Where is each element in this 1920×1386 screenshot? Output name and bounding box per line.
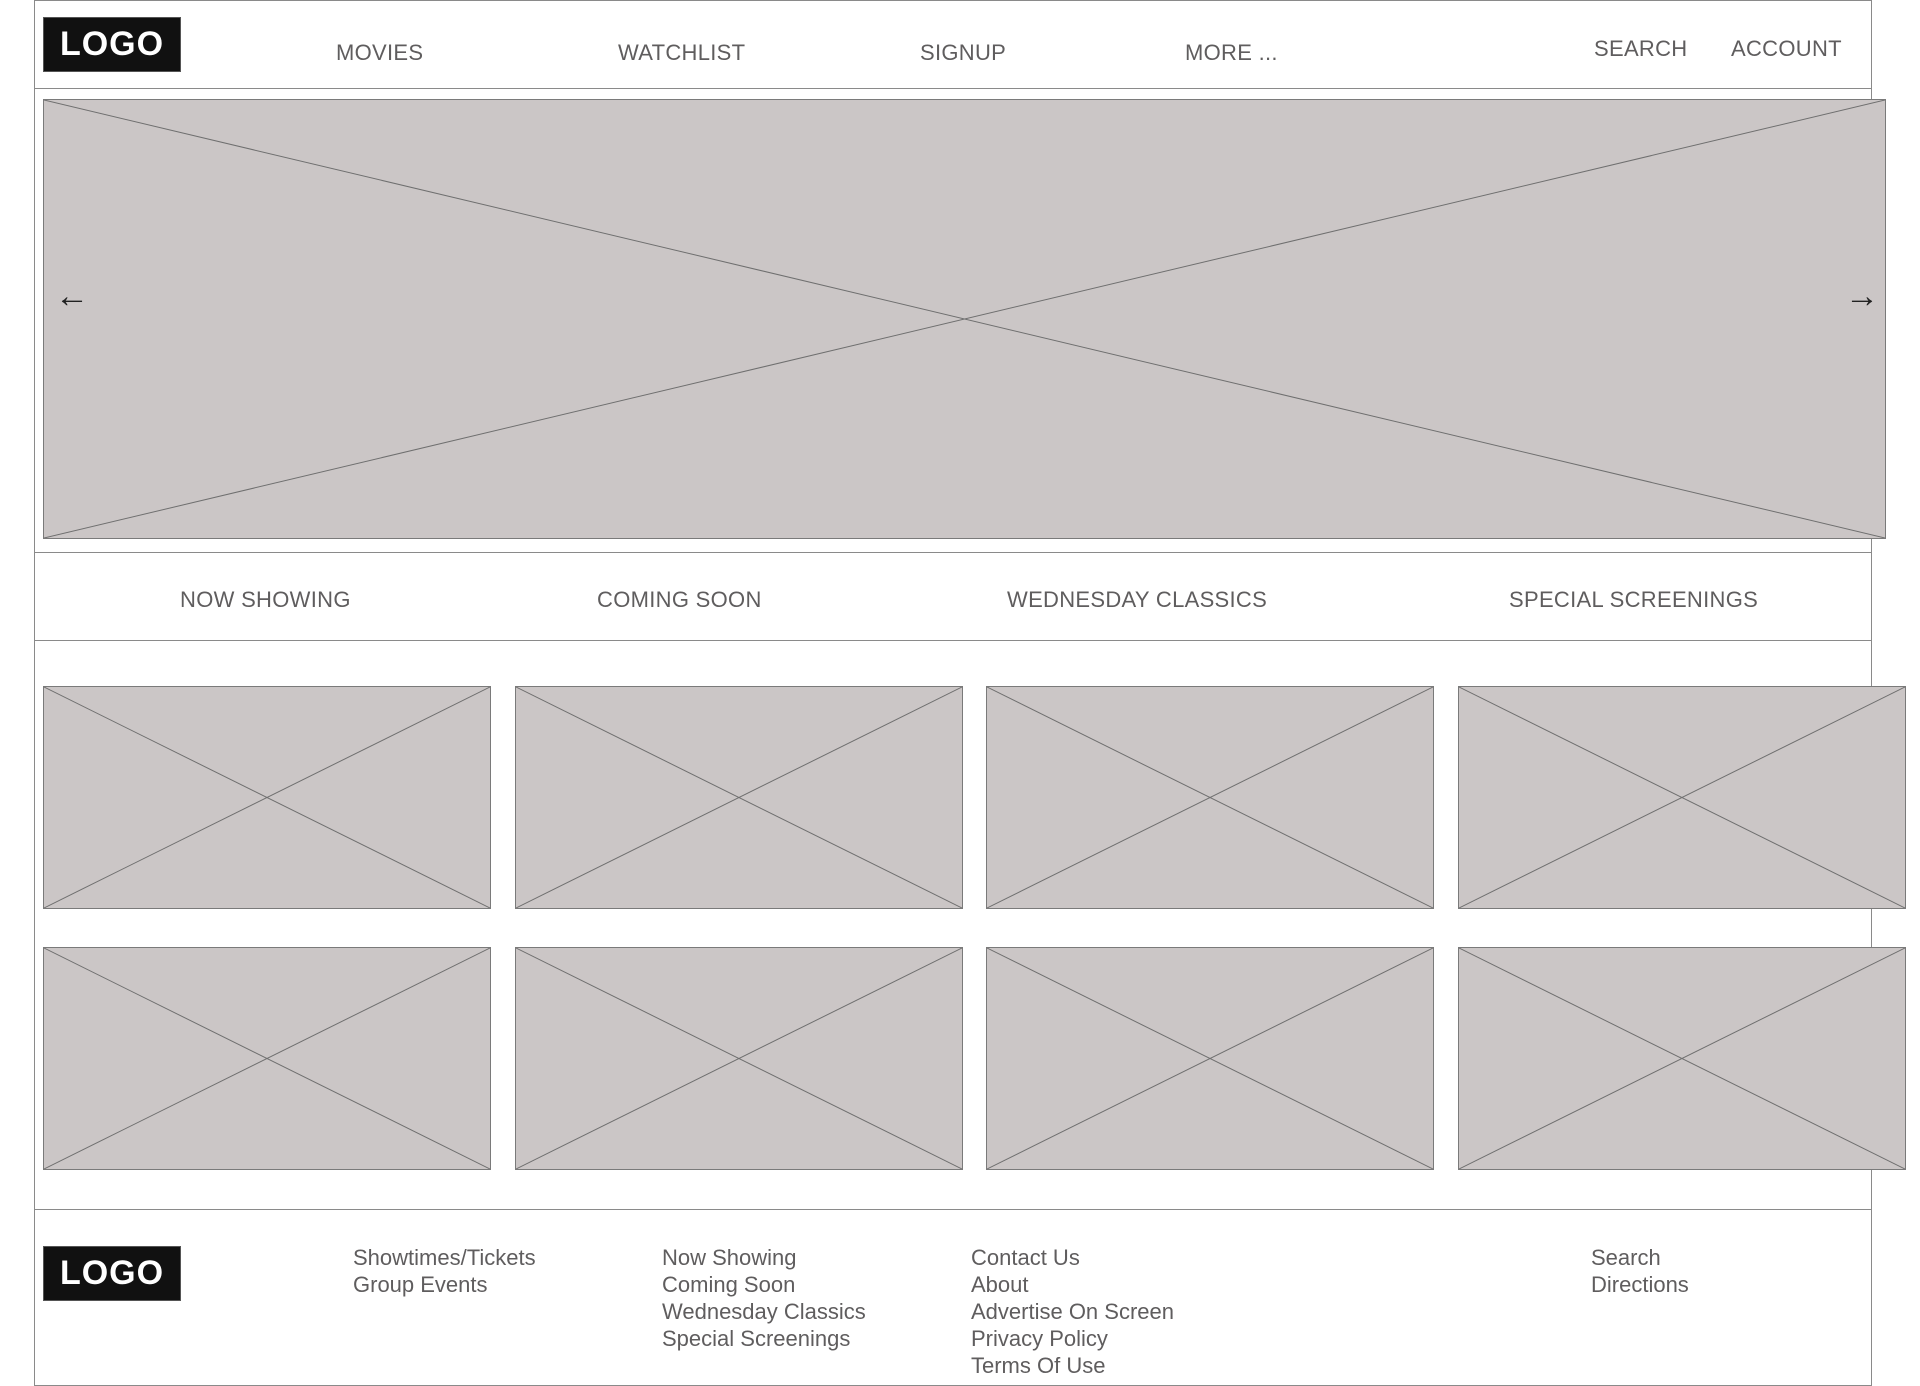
- placeholder-cross: [516, 687, 962, 908]
- movie-card-placeholder[interactable]: [43, 947, 491, 1170]
- movie-card-placeholder[interactable]: [986, 947, 1434, 1170]
- placeholder-cross: [44, 100, 1885, 538]
- placeholder-cross: [987, 948, 1433, 1169]
- account-link[interactable]: ACCOUNT: [1731, 36, 1842, 62]
- placeholder-cross: [987, 687, 1433, 908]
- search-link[interactable]: SEARCH: [1594, 36, 1688, 62]
- footer-link-contact[interactable]: Contact Us: [971, 1244, 1174, 1271]
- divider: [34, 552, 1872, 553]
- footer-link-about[interactable]: About: [971, 1271, 1174, 1298]
- movie-card-placeholder[interactable]: [515, 947, 963, 1170]
- movie-card-placeholder[interactable]: [43, 686, 491, 909]
- footer-column-tickets: Showtimes/Tickets Group Events: [353, 1244, 536, 1298]
- nav-more[interactable]: MORE ...: [1185, 40, 1278, 66]
- arrow-right-icon[interactable]: →: [1845, 279, 1879, 313]
- nav-signup[interactable]: SIGNUP: [920, 40, 1006, 66]
- hero-image-placeholder: [43, 99, 1886, 539]
- placeholder-cross: [44, 948, 490, 1169]
- footer-link-coming-soon[interactable]: Coming Soon: [662, 1271, 866, 1298]
- placeholder-cross: [1459, 687, 1905, 908]
- tab-special-screenings[interactable]: SPECIAL SCREENINGS: [1509, 587, 1758, 613]
- movie-card-placeholder[interactable]: [515, 686, 963, 909]
- divider: [34, 640, 1872, 641]
- divider: [34, 1209, 1872, 1210]
- tab-wednesday-classics[interactable]: WEDNESDAY CLASSICS: [1007, 587, 1267, 613]
- nav-watchlist[interactable]: WATCHLIST: [618, 40, 745, 66]
- header-logo[interactable]: LOGO: [43, 17, 181, 72]
- footer-column-categories: Now Showing Coming Soon Wednesday Classi…: [662, 1244, 866, 1352]
- footer-link-special-screenings[interactable]: Special Screenings: [662, 1325, 866, 1352]
- footer-link-wednesday-classics[interactable]: Wednesday Classics: [662, 1298, 866, 1325]
- movie-card-placeholder[interactable]: [986, 686, 1434, 909]
- footer-column-utility: Search Directions: [1591, 1244, 1689, 1298]
- footer-link-search[interactable]: Search: [1591, 1244, 1689, 1271]
- placeholder-cross: [516, 948, 962, 1169]
- tab-coming-soon[interactable]: COMING SOON: [597, 587, 762, 613]
- footer-link-directions[interactable]: Directions: [1591, 1271, 1689, 1298]
- footer-link-now-showing[interactable]: Now Showing: [662, 1244, 866, 1271]
- divider: [34, 0, 1872, 1]
- movie-card-placeholder[interactable]: [1458, 686, 1906, 909]
- placeholder-cross: [1459, 948, 1905, 1169]
- footer-logo[interactable]: LOGO: [43, 1246, 181, 1301]
- footer-column-info: Contact Us About Advertise On Screen Pri…: [971, 1244, 1174, 1379]
- divider: [34, 88, 1872, 89]
- tab-now-showing[interactable]: NOW SHOWING: [180, 587, 351, 613]
- footer-link-terms[interactable]: Terms Of Use: [971, 1352, 1174, 1379]
- placeholder-cross: [44, 687, 490, 908]
- arrow-left-icon[interactable]: ←: [55, 279, 89, 313]
- footer-link-advertise[interactable]: Advertise On Screen: [971, 1298, 1174, 1325]
- footer-link-privacy[interactable]: Privacy Policy: [971, 1325, 1174, 1352]
- footer-link-showtimes[interactable]: Showtimes/Tickets: [353, 1244, 536, 1271]
- movie-card-placeholder[interactable]: [1458, 947, 1906, 1170]
- footer-link-group-events[interactable]: Group Events: [353, 1271, 536, 1298]
- nav-movies[interactable]: MOVIES: [336, 40, 423, 66]
